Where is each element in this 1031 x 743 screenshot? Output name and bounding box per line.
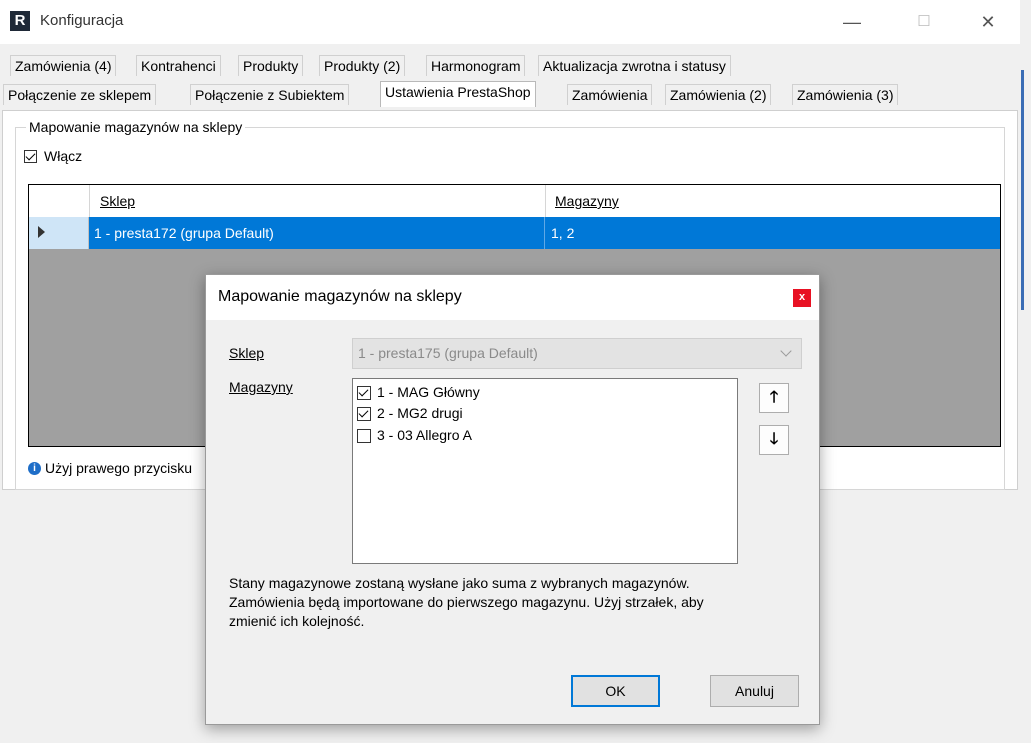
warehouse-label: 1 - MAG Główny <box>377 384 480 400</box>
minimize-button[interactable]: — <box>840 10 864 34</box>
warehouse-label: 3 - 03 Allegro A <box>377 427 472 443</box>
tab-row-2: Połączenie ze sklepem Połączenie z Subie… <box>3 81 1013 110</box>
tab-zamowienia-2[interactable]: Zamówienia (2) <box>665 84 772 105</box>
tab-ustawienia-prestashop[interactable]: Ustawienia PrestaShop <box>380 81 536 107</box>
description-line: Stany magazynowe zostaną wysłane jako su… <box>229 575 690 591</box>
move-up-button[interactable]: 🡑 <box>759 383 789 413</box>
warehouse-label: 2 - MG2 drugi <box>377 405 463 421</box>
tab-zamowienia-3[interactable]: Zamówienia (3) <box>792 84 899 105</box>
info-text: Użyj prawego przycisku <box>45 460 193 476</box>
app-logo-icon: R <box>10 11 30 31</box>
move-down-button[interactable]: 🡓 <box>759 425 789 455</box>
arrow-up-icon: 🡑 <box>769 389 779 406</box>
arrow-down-icon: 🡓 <box>769 431 779 448</box>
group-box-title: Mapowanie magazynów na sklepy <box>26 119 246 135</box>
ok-button[interactable]: OK <box>571 675 660 707</box>
info-icon: i <box>28 462 41 475</box>
window-title: Konfiguracja <box>40 12 124 29</box>
title-bar <box>0 0 1020 44</box>
magazyny-label: Magazyny <box>229 379 293 395</box>
tab-produkty-2[interactable]: Produkty (2) <box>319 55 406 76</box>
grid-cell-magazyny[interactable]: 1, 2 <box>545 217 1000 249</box>
grid-header-sklep[interactable]: Sklep <box>100 193 135 209</box>
enable-checkbox[interactable] <box>24 150 37 163</box>
enable-label: Włącz <box>44 148 83 164</box>
warehouse-checkbox[interactable] <box>357 407 371 421</box>
tab-harmonogram[interactable]: Harmonogram <box>426 55 526 76</box>
warehouse-checkbox[interactable] <box>357 386 371 400</box>
grid-header <box>29 185 1000 217</box>
tab-polaczenie-subiekt[interactable]: Połączenie z Subiektem <box>190 84 350 105</box>
sklep-combo[interactable]: 1 - presta175 (grupa Default) <box>352 338 802 369</box>
close-window-button[interactable]: ✕ <box>976 10 1000 34</box>
grid-cell-sklep[interactable]: 1 - presta172 (grupa Default) <box>89 217 545 249</box>
dialog-close-button[interactable]: x <box>793 289 811 307</box>
tab-zamowienia[interactable]: Zamówienia <box>567 84 653 105</box>
sklep-label: Sklep <box>229 345 265 361</box>
maximize-button[interactable]: ☐ <box>912 10 936 34</box>
tab-zamowienia-4[interactable]: Zamówienia (4) <box>10 55 117 76</box>
warehouse-checkbox[interactable] <box>357 429 371 443</box>
tab-aktualizacja[interactable]: Aktualizacja zwrotna i statusy <box>538 55 731 76</box>
tab-kontrahenci[interactable]: Kontrahenci <box>136 55 221 76</box>
tab-row-1: Zamówienia (4) Kontrahenci Produkty Prod… <box>10 55 1010 76</box>
dialog-description: Stany magazynowe zostaną wysłane jako su… <box>229 574 799 631</box>
description-line: zmienić ich kolejność. <box>229 613 365 629</box>
grid-column-separator <box>545 185 546 217</box>
background-window-accent <box>1021 70 1024 310</box>
grid-column-separator <box>89 185 90 217</box>
cancel-button[interactable]: Anuluj <box>710 675 799 707</box>
grid-header-magazyny[interactable]: Magazyny <box>555 193 619 209</box>
dialog-title: Mapowanie magazynów na sklepy <box>218 288 462 305</box>
row-pointer-icon <box>38 226 45 238</box>
tab-polaczenie-sklep[interactable]: Połączenie ze sklepem <box>3 84 157 105</box>
description-line: Zamówienia będą importowane do pierwszeg… <box>229 594 704 610</box>
tab-produkty[interactable]: Produkty <box>238 55 304 76</box>
